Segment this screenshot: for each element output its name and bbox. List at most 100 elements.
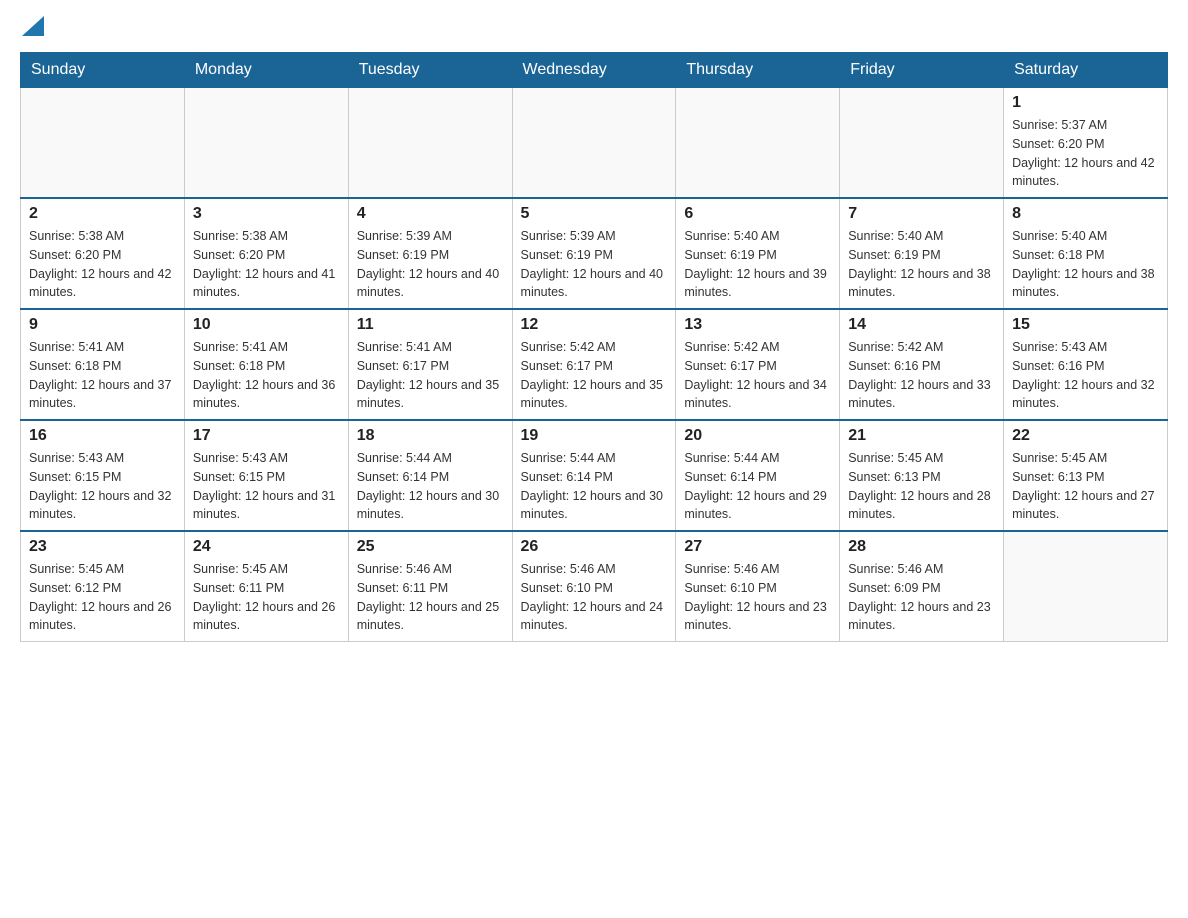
calendar-day-cell: 12 Sunrise: 5:42 AMSunset: 6:17 PMDayligh…: [512, 309, 676, 420]
day-info: Sunrise: 5:43 AMSunset: 6:16 PMDaylight:…: [1012, 338, 1159, 413]
day-info: Sunrise: 5:38 AMSunset: 6:20 PMDaylight:…: [193, 227, 340, 302]
calendar-day-cell: 25 Sunrise: 5:46 AMSunset: 6:11 PMDayligh…: [348, 531, 512, 642]
calendar-day-cell: 24 Sunrise: 5:45 AMSunset: 6:11 PMDayligh…: [184, 531, 348, 642]
day-number: 2: [29, 205, 176, 223]
calendar-day-cell: 7 Sunrise: 5:40 AMSunset: 6:19 PMDaylight…: [840, 198, 1004, 309]
calendar-day-cell: 13 Sunrise: 5:42 AMSunset: 6:17 PMDayligh…: [676, 309, 840, 420]
calendar-day-cell: [21, 88, 185, 199]
calendar-day-cell: 20 Sunrise: 5:44 AMSunset: 6:14 PMDayligh…: [676, 420, 840, 531]
day-info: Sunrise: 5:43 AMSunset: 6:15 PMDaylight:…: [29, 449, 176, 524]
day-number: 6: [684, 205, 831, 223]
day-info: Sunrise: 5:41 AMSunset: 6:18 PMDaylight:…: [193, 338, 340, 413]
weekday-header-tuesday: Tuesday: [348, 53, 512, 88]
day-number: 9: [29, 316, 176, 334]
calendar-header-row: SundayMondayTuesdayWednesdayThursdayFrid…: [21, 53, 1168, 88]
calendar-day-cell: 28 Sunrise: 5:46 AMSunset: 6:09 PMDayligh…: [840, 531, 1004, 642]
day-number: 25: [357, 538, 504, 556]
calendar-day-cell: 18 Sunrise: 5:44 AMSunset: 6:14 PMDayligh…: [348, 420, 512, 531]
calendar-day-cell: 16 Sunrise: 5:43 AMSunset: 6:15 PMDayligh…: [21, 420, 185, 531]
calendar-day-cell: 10 Sunrise: 5:41 AMSunset: 6:18 PMDayligh…: [184, 309, 348, 420]
calendar-day-cell: 8 Sunrise: 5:40 AMSunset: 6:18 PMDaylight…: [1004, 198, 1168, 309]
day-number: 16: [29, 427, 176, 445]
day-number: 18: [357, 427, 504, 445]
calendar-day-cell: 6 Sunrise: 5:40 AMSunset: 6:19 PMDaylight…: [676, 198, 840, 309]
calendar-day-cell: [512, 88, 676, 199]
day-number: 8: [1012, 205, 1159, 223]
calendar-week-row: 1 Sunrise: 5:37 AMSunset: 6:20 PMDaylight…: [21, 88, 1168, 199]
calendar-table: SundayMondayTuesdayWednesdayThursdayFrid…: [20, 52, 1168, 642]
day-info: Sunrise: 5:46 AMSunset: 6:10 PMDaylight:…: [684, 560, 831, 635]
day-number: 1: [1012, 94, 1159, 112]
day-info: Sunrise: 5:40 AMSunset: 6:19 PMDaylight:…: [684, 227, 831, 302]
day-info: Sunrise: 5:42 AMSunset: 6:16 PMDaylight:…: [848, 338, 995, 413]
day-number: 11: [357, 316, 504, 334]
calendar-week-row: 2 Sunrise: 5:38 AMSunset: 6:20 PMDaylight…: [21, 198, 1168, 309]
day-info: Sunrise: 5:39 AMSunset: 6:19 PMDaylight:…: [357, 227, 504, 302]
calendar-day-cell: [840, 88, 1004, 199]
day-info: Sunrise: 5:46 AMSunset: 6:09 PMDaylight:…: [848, 560, 995, 635]
day-info: Sunrise: 5:46 AMSunset: 6:10 PMDaylight:…: [521, 560, 668, 635]
day-info: Sunrise: 5:44 AMSunset: 6:14 PMDaylight:…: [521, 449, 668, 524]
day-info: Sunrise: 5:45 AMSunset: 6:12 PMDaylight:…: [29, 560, 176, 635]
weekday-header-monday: Monday: [184, 53, 348, 88]
day-number: 13: [684, 316, 831, 334]
calendar-day-cell: 3 Sunrise: 5:38 AMSunset: 6:20 PMDaylight…: [184, 198, 348, 309]
day-info: Sunrise: 5:38 AMSunset: 6:20 PMDaylight:…: [29, 227, 176, 302]
day-number: 15: [1012, 316, 1159, 334]
day-number: 17: [193, 427, 340, 445]
day-info: Sunrise: 5:41 AMSunset: 6:18 PMDaylight:…: [29, 338, 176, 413]
weekday-header-saturday: Saturday: [1004, 53, 1168, 88]
logo: [20, 20, 44, 36]
calendar-day-cell: [1004, 531, 1168, 642]
weekday-header-sunday: Sunday: [21, 53, 185, 88]
day-info: Sunrise: 5:39 AMSunset: 6:19 PMDaylight:…: [521, 227, 668, 302]
day-number: 28: [848, 538, 995, 556]
day-info: Sunrise: 5:46 AMSunset: 6:11 PMDaylight:…: [357, 560, 504, 635]
day-number: 27: [684, 538, 831, 556]
weekday-header-thursday: Thursday: [676, 53, 840, 88]
day-number: 3: [193, 205, 340, 223]
day-number: 4: [357, 205, 504, 223]
day-info: Sunrise: 5:43 AMSunset: 6:15 PMDaylight:…: [193, 449, 340, 524]
day-number: 12: [521, 316, 668, 334]
day-info: Sunrise: 5:40 AMSunset: 6:18 PMDaylight:…: [1012, 227, 1159, 302]
calendar-day-cell: 26 Sunrise: 5:46 AMSunset: 6:10 PMDayligh…: [512, 531, 676, 642]
calendar-day-cell: 15 Sunrise: 5:43 AMSunset: 6:16 PMDayligh…: [1004, 309, 1168, 420]
calendar-day-cell: 1 Sunrise: 5:37 AMSunset: 6:20 PMDaylight…: [1004, 88, 1168, 199]
day-number: 24: [193, 538, 340, 556]
day-number: 26: [521, 538, 668, 556]
calendar-day-cell: 11Sunrise: 5:41 AMSunset: 6:17 PMDayligh…: [348, 309, 512, 420]
day-info: Sunrise: 5:37 AMSunset: 6:20 PMDaylight:…: [1012, 116, 1159, 191]
calendar-day-cell: 14 Sunrise: 5:42 AMSunset: 6:16 PMDayligh…: [840, 309, 1004, 420]
day-info: Sunrise: 5:42 AMSunset: 6:17 PMDaylight:…: [521, 338, 668, 413]
day-number: 20: [684, 427, 831, 445]
page-header: [20, 20, 1168, 36]
day-info: Sunrise: 5:45 AMSunset: 6:13 PMDaylight:…: [1012, 449, 1159, 524]
day-info: Sunrise: 5:40 AMSunset: 6:19 PMDaylight:…: [848, 227, 995, 302]
calendar-day-cell: 22 Sunrise: 5:45 AMSunset: 6:13 PMDayligh…: [1004, 420, 1168, 531]
calendar-day-cell: [676, 88, 840, 199]
calendar-day-cell: 27 Sunrise: 5:46 AMSunset: 6:10 PMDayligh…: [676, 531, 840, 642]
day-number: 7: [848, 205, 995, 223]
calendar-week-row: 23Sunrise: 5:45 AMSunset: 6:12 PMDayligh…: [21, 531, 1168, 642]
calendar-day-cell: 21 Sunrise: 5:45 AMSunset: 6:13 PMDayligh…: [840, 420, 1004, 531]
day-info: Sunrise: 5:45 AMSunset: 6:11 PMDaylight:…: [193, 560, 340, 635]
weekday-header-wednesday: Wednesday: [512, 53, 676, 88]
day-info: Sunrise: 5:44 AMSunset: 6:14 PMDaylight:…: [357, 449, 504, 524]
day-number: 22: [1012, 427, 1159, 445]
day-number: 10: [193, 316, 340, 334]
calendar-day-cell: 4 Sunrise: 5:39 AMSunset: 6:19 PMDaylight…: [348, 198, 512, 309]
day-info: Sunrise: 5:42 AMSunset: 6:17 PMDaylight:…: [684, 338, 831, 413]
day-info: Sunrise: 5:44 AMSunset: 6:14 PMDaylight:…: [684, 449, 831, 524]
calendar-day-cell: [348, 88, 512, 199]
calendar-day-cell: 23Sunrise: 5:45 AMSunset: 6:12 PMDayligh…: [21, 531, 185, 642]
day-info: Sunrise: 5:45 AMSunset: 6:13 PMDaylight:…: [848, 449, 995, 524]
calendar-day-cell: 2 Sunrise: 5:38 AMSunset: 6:20 PMDaylight…: [21, 198, 185, 309]
calendar-week-row: 16 Sunrise: 5:43 AMSunset: 6:15 PMDayligh…: [21, 420, 1168, 531]
day-number: 21: [848, 427, 995, 445]
logo-triangle-icon: [22, 16, 44, 36]
calendar-week-row: 9 Sunrise: 5:41 AMSunset: 6:18 PMDaylight…: [21, 309, 1168, 420]
day-number: 14: [848, 316, 995, 334]
calendar-day-cell: 17 Sunrise: 5:43 AMSunset: 6:15 PMDayligh…: [184, 420, 348, 531]
calendar-day-cell: 19Sunrise: 5:44 AMSunset: 6:14 PMDayligh…: [512, 420, 676, 531]
